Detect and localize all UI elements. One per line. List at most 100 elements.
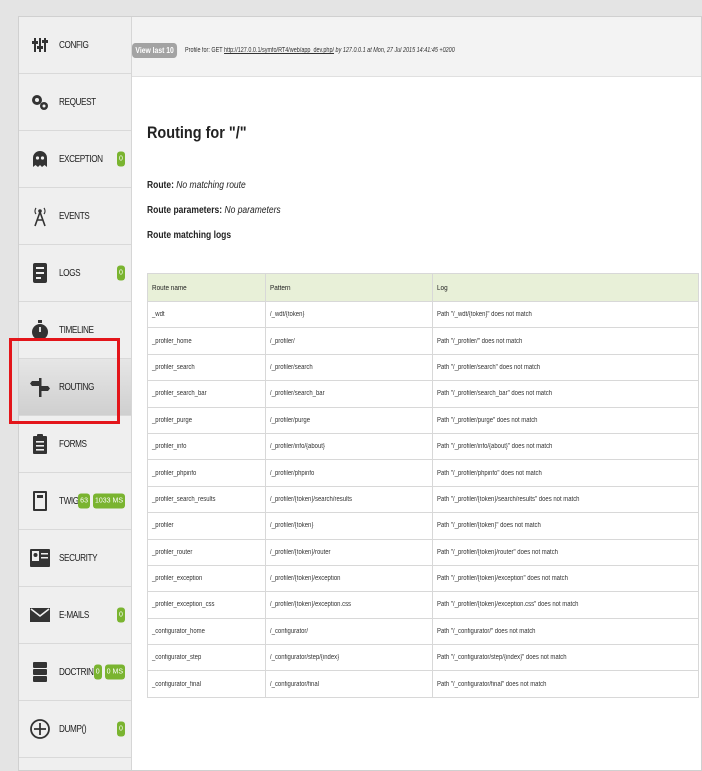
events-antenna-icon (29, 205, 51, 227)
sidebar-item-dump[interactable]: Dump() 0 (19, 701, 131, 758)
log-cell: Path "/_configurator/final" does not mat… (432, 670, 699, 698)
count-badge: 0 (117, 265, 125, 281)
profiler-sidebar: Config Request Exception 0 Events Logs 0 Timeli… (19, 17, 132, 770)
sidebar-item-exception[interactable]: Exception 0 (19, 131, 131, 188)
sidebar-item-twig[interactable]: Twig 63 1033 MS (19, 473, 131, 530)
count-badge: 0 (117, 607, 125, 623)
routing-signpost-icon (29, 376, 51, 398)
route-name-cell: _profiler_exception_css (147, 591, 266, 619)
table-row: _profiler_search/_profiler/search Path "/… (147, 353, 699, 382)
log-cell: Path "/_profiler/{token}/search/results"… (432, 485, 699, 514)
sidebar-item-routing[interactable]: Routing (19, 359, 131, 416)
log-cell: Path "/_profiler/" does not match (432, 327, 699, 355)
table-row: _profiler_exception_css/_profiler/{token… (147, 591, 699, 619)
forms-clipboard-icon (29, 433, 51, 455)
pattern-cell: /_wdt/{token} (265, 300, 433, 329)
log-cell: Path "/_profiler/{token}/router" does no… (432, 538, 699, 566)
sidebar-item-label: Exception (59, 153, 103, 165)
profiler-header: View last 10 Profile for: GET http://127… (132, 17, 701, 77)
logs-icon (29, 262, 51, 284)
sidebar-item-events[interactable]: Events (19, 188, 131, 245)
view-last-button[interactable]: View last 10 (132, 43, 178, 58)
table-row: _configurator_final/_configurator/final P… (147, 670, 699, 698)
sidebar-item-security[interactable]: Security (19, 530, 131, 587)
badge-group: 0 (117, 265, 125, 281)
pattern-cell: /_profiler/ (265, 327, 433, 355)
table-row: _profiler_info/_profiler/info/{about} Pat… (147, 432, 699, 461)
profile-by-text: by (335, 47, 342, 54)
table-row: _profiler_phpinfo/_profiler/phpinfo Path … (147, 459, 699, 487)
sidebar-item-label: Security (59, 552, 98, 564)
table-row: _profiler_home/_profiler/Path "/_profile… (147, 327, 699, 355)
route-name-cell: _configurator_final (147, 670, 266, 698)
table-header-row: Route name Pattern Log (147, 273, 699, 302)
pattern-cell: /_profiler/search (265, 353, 433, 382)
route-name-cell: _profiler_phpinfo (147, 459, 266, 487)
pattern-cell: /_profiler/purge (265, 406, 433, 434)
sidebar-item-e-mails[interactable]: E-Mails 0 (19, 587, 131, 644)
route-matching-table: Route name Pattern Log _wdt/_wdt/{token}… (147, 273, 699, 698)
profile-info: Profile for: GET http://127.0.0.1/symfo/… (185, 47, 455, 54)
doctrine-database-icon (29, 661, 51, 683)
sidebar-item-label: Request (59, 96, 96, 108)
count-badge: 0 MS (104, 664, 125, 680)
log-cell: Path "/_profiler/{token}/exception" does… (432, 564, 699, 593)
col-route-name: Route name (147, 273, 266, 302)
route-logs-heading: Route matching logs (147, 230, 231, 241)
log-cell: Path "/_configurator/step/{index}" does … (432, 644, 699, 672)
sidebar-item-label: Events (59, 210, 90, 222)
log-cell: Path "/_profiler/{token}/exception.css" … (432, 591, 699, 619)
route-name-cell: _profiler_search_bar (147, 380, 266, 408)
timeline-stopwatch-icon (29, 319, 51, 341)
badge-group: 00 MS (93, 664, 125, 680)
log-cell: Path "/_profiler/search" does not match (432, 353, 699, 382)
security-badge-icon (29, 547, 51, 569)
route-name-cell: _configurator_home (147, 617, 266, 646)
sidebar-item-request[interactable]: Request (19, 74, 131, 131)
exception-ghost-icon (29, 148, 51, 170)
table-row: _configurator_step/_configurator/step/{i… (147, 644, 699, 672)
pattern-cell: /_profiler/{token}/exception.css (265, 591, 433, 619)
count-badge: 0 (117, 151, 125, 167)
col-log: Log (432, 273, 699, 302)
log-cell: Path "/_wdt/{token}" does not match (432, 300, 699, 329)
sidebar-item-logs[interactable]: Logs 0 (19, 245, 131, 302)
twig-icon (29, 490, 51, 512)
pattern-cell: /_configurator/ (265, 617, 433, 646)
pattern-cell: /_profiler/info/{about} (265, 432, 433, 461)
sidebar-item-config[interactable]: Config (19, 17, 131, 74)
route-params-line: Route parameters: No parameters (147, 205, 281, 216)
dump-crosshair-icon (29, 718, 51, 740)
sidebar-item-timeline[interactable]: Timeline (19, 302, 131, 359)
pattern-cell: /_profiler/{token}/router (265, 538, 433, 566)
pattern-cell: /_profiler/phpinfo (265, 459, 433, 487)
sidebar-item-label: Dump() (59, 723, 87, 735)
pattern-cell: /_profiler/search_bar (265, 380, 433, 408)
profiler-window: Config Request Exception 0 Events Logs 0 Timeli… (18, 16, 702, 771)
table-row: _profiler/_profiler/{token} Path "/_profi… (147, 512, 699, 540)
request-gears-icon (29, 91, 51, 113)
route-label: Route: (147, 180, 174, 191)
sidebar-item-label: Doctrine (59, 666, 99, 678)
log-cell: Path "/_profiler/{token}" does not match (432, 512, 699, 540)
log-cell: Path "/_profiler/phpinfo" does not match (432, 459, 699, 487)
pattern-cell: /_profiler/{token} (265, 512, 433, 540)
sidebar-item-label: E-Mails (59, 609, 89, 621)
table-row: _configurator_home/_configurator/Path "/… (147, 617, 699, 646)
sidebar-item-label: Timeline (59, 324, 94, 336)
route-name-cell: _profiler_router (147, 538, 266, 566)
profile-ip: 127.0.0.1 (343, 47, 366, 54)
profile-url-link[interactable]: http://127.0.0.1/symfo/RT4/web/app_dev.p… (224, 47, 334, 54)
sidebar-item-forms[interactable]: Forms (19, 416, 131, 473)
route-name-cell: _profiler_search (147, 353, 266, 382)
sidebar-item-label: Routing (59, 381, 94, 393)
route-name-cell: _profiler_info (147, 432, 266, 461)
profile-at-text: at (367, 47, 372, 54)
route-params-value: No parameters (224, 205, 281, 216)
route-name-cell: _profiler_home (147, 327, 266, 355)
log-cell: Path "/_profiler/purge" does not match (432, 406, 699, 434)
table-row: _wdt/_wdt/{token} Path "/_wdt/{token}" do… (147, 300, 699, 329)
profile-method-label: Profile for: GET (185, 47, 223, 54)
sidebar-item-doctrine[interactable]: Doctrine 0 0 MS (19, 644, 131, 701)
pattern-cell: /_configurator/final (265, 670, 433, 698)
